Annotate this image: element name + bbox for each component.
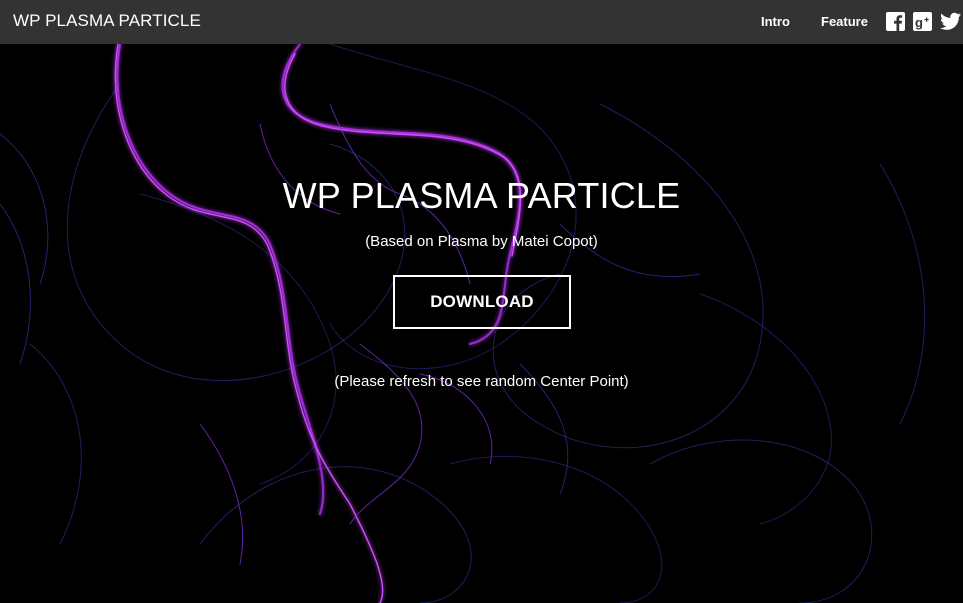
hero-section: WP PLASMA PARTICLE (Based on Plasma by M… — [0, 44, 963, 603]
hero-subtitle: (Based on Plasma by Matei Copot) — [365, 233, 598, 250]
facebook-icon[interactable] — [886, 12, 905, 31]
svg-text:g: g — [915, 15, 923, 30]
twitter-icon[interactable] — [940, 12, 961, 31]
hero-title: WP PLASMA PARTICLE — [282, 175, 681, 216]
download-button[interactable]: DOWNLOAD — [393, 275, 571, 329]
refresh-note: (Please refresh to see random Center Poi… — [334, 373, 629, 390]
top-navbar: WP PLASMA PARTICLE Intro Feature g — [0, 0, 963, 44]
nav-link-feature[interactable]: Feature — [821, 14, 868, 29]
brand-link[interactable]: WP PLASMA PARTICLE — [13, 11, 201, 31]
google-plus-icon[interactable]: g — [913, 12, 932, 31]
nav-link-intro[interactable]: Intro — [761, 14, 790, 29]
